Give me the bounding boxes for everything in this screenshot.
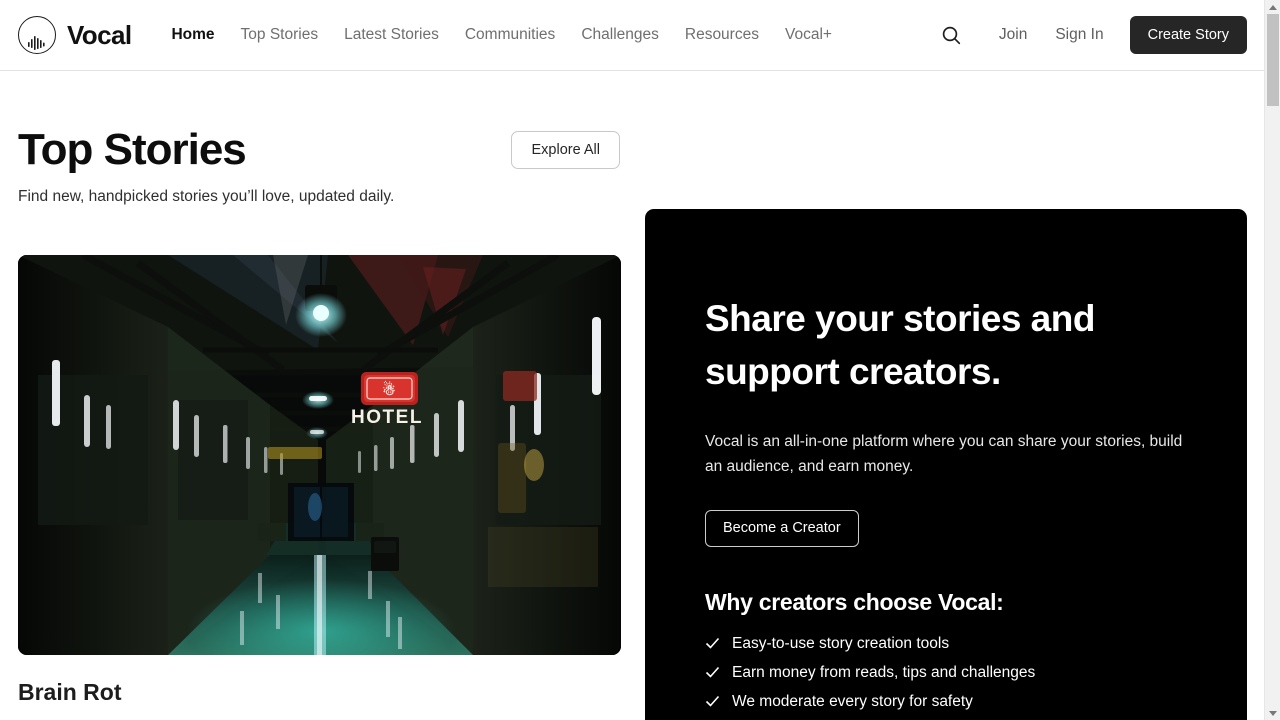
list-item-label: Earn money from reads, tips and challeng… (732, 663, 1036, 681)
vertical-scrollbar[interactable] (1264, 0, 1280, 720)
join-link[interactable]: Join (985, 26, 1041, 44)
nav-item-challenges[interactable]: Challenges (568, 27, 672, 43)
featured-story-card[interactable]: ☃ HOTEL Brain Rot (18, 255, 621, 720)
svg-text:☃: ☃ (382, 380, 395, 399)
nav-item-top-stories[interactable]: Top Stories (228, 27, 332, 43)
explore-all-button[interactable]: Explore All (511, 131, 620, 169)
promo-benefits-list: Easy-to-use story creation tools Earn mo… (705, 635, 1187, 720)
list-item: Earn money from reads, tips and challeng… (705, 664, 1187, 682)
main-content: Top Stories Find new, handpicked stories… (0, 71, 1264, 720)
scroll-up-arrow-icon[interactable] (1265, 0, 1280, 14)
scroll-down-arrow-icon[interactable] (1265, 706, 1280, 720)
page-content: Vocal Home Top Stories Latest Stories Co… (0, 0, 1264, 720)
top-stories-titles: Top Stories Find new, handpicked stories… (18, 125, 511, 207)
nav-item-home[interactable]: Home (158, 27, 227, 43)
featured-story-title[interactable]: Brain Rot (18, 679, 621, 707)
page-title: Top Stories (18, 125, 247, 174)
check-icon (705, 694, 720, 709)
header-actions: Join Sign In Create Story (935, 16, 1247, 54)
sign-in-link[interactable]: Sign In (1041, 26, 1117, 44)
list-item-label: Easy-to-use story creation tools (732, 634, 950, 652)
main-nav: Home Top Stories Latest Stories Communit… (158, 27, 845, 43)
search-icon[interactable] (935, 18, 969, 52)
nav-item-communities[interactable]: Communities (452, 27, 568, 43)
check-icon (705, 665, 720, 680)
top-stories-header: Top Stories Find new, handpicked stories… (18, 125, 645, 207)
top-stories-column: Top Stories Find new, handpicked stories… (0, 71, 645, 720)
list-item: We moderate every story for safety (705, 693, 1187, 711)
list-item-label: We moderate every story for safety (732, 692, 973, 710)
promo-panel: Share your stories and support creators.… (645, 209, 1247, 720)
become-a-creator-button[interactable]: Become a Creator (705, 509, 859, 547)
promo-column: Share your stories and support creators.… (645, 71, 1247, 720)
promo-title: Share your stories and support creators. (705, 298, 1095, 392)
nav-item-vocal-plus[interactable]: Vocal+ (772, 27, 845, 43)
browser-viewport: Vocal Home Top Stories Latest Stories Co… (0, 0, 1280, 720)
nav-item-resources[interactable]: Resources (672, 27, 772, 43)
promo-description: Vocal is an all-in-one platform where yo… (705, 433, 1183, 476)
hotel-sign-text: HOTEL (351, 407, 423, 428)
scrollbar-thumb[interactable] (1267, 14, 1279, 106)
brand-logo[interactable]: Vocal (18, 16, 132, 54)
scroll-down-triangle (1269, 710, 1277, 716)
promo-benefits-heading: Why creators choose Vocal: (705, 588, 1004, 615)
list-item: Easy-to-use story creation tools (705, 635, 1187, 653)
create-story-button[interactable]: Create Story (1129, 16, 1247, 54)
site-header: Vocal Home Top Stories Latest Stories Co… (0, 0, 1264, 71)
vocal-waveform-logo-icon (18, 16, 56, 54)
page-subtitle: Find new, handpicked stories you’ll love… (18, 188, 395, 206)
nav-item-latest-stories[interactable]: Latest Stories (331, 27, 452, 43)
brand-name: Vocal (67, 20, 132, 50)
featured-story-image[interactable]: ☃ HOTEL (18, 255, 621, 656)
scroll-up-triangle (1269, 4, 1277, 10)
check-icon (705, 636, 720, 651)
